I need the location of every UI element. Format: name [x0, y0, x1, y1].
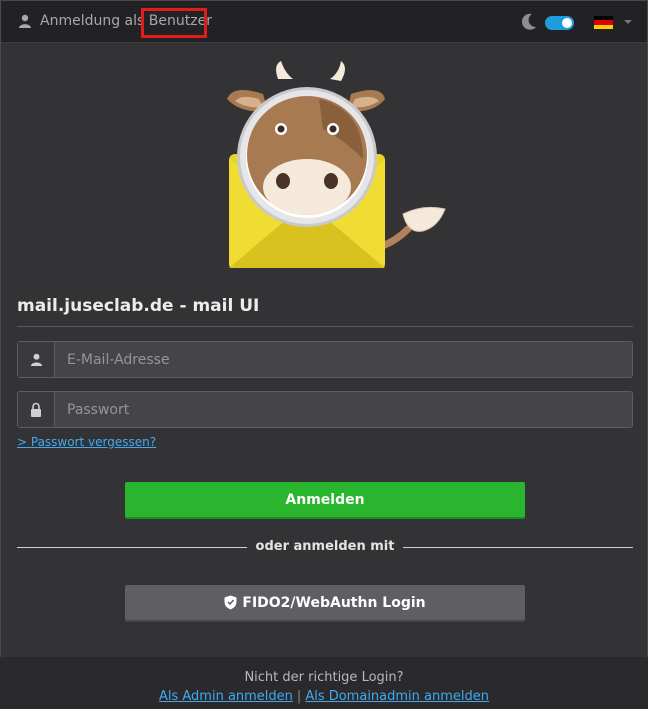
- forgot-password-link[interactable]: > Passwort vergessen?: [17, 435, 156, 449]
- footer-question: Nicht der richtige Login?: [244, 670, 404, 685]
- footer-links: Als Admin anmelden | Als Domainadmin anmel…: [0, 689, 648, 704]
- fido-login-button[interactable]: FIDO2/WebAuthn Login: [125, 585, 525, 620]
- password-input[interactable]: [55, 392, 632, 427]
- user-icon: [30, 353, 42, 366]
- language-dropdown-caret[interactable]: [624, 20, 632, 24]
- email-input-group: [17, 341, 633, 378]
- footer-separator: |: [296, 689, 302, 704]
- password-input-group: [17, 391, 633, 428]
- highlight-box: [141, 8, 207, 38]
- title-divider: [17, 326, 633, 327]
- top-bar: Anmeldung als Benutzer: [1, 1, 647, 43]
- shield-icon: [224, 595, 237, 610]
- lock-icon: [31, 402, 41, 417]
- email-addon: [18, 342, 55, 377]
- mailcow-logo: [227, 61, 446, 268]
- domainadmin-login-link[interactable]: Als Domainadmin anmelden: [305, 689, 489, 704]
- divider-line-left: [17, 547, 247, 548]
- email-input[interactable]: [55, 342, 632, 377]
- login-button[interactable]: Anmelden: [125, 482, 525, 517]
- language-flag-de[interactable]: [594, 16, 613, 29]
- alternative-login-label: oder anmelden mit: [255, 539, 395, 554]
- fido-login-label: FIDO2/WebAuthn Login: [242, 594, 426, 611]
- toggle-knob: [562, 18, 572, 28]
- page-title: mail.juseclab.de - mail UI: [17, 296, 260, 316]
- dark-mode-toggle[interactable]: [545, 16, 574, 30]
- password-addon: [18, 392, 55, 427]
- login-panel: Anmeldung als Benutzer mail.juseclab.de …: [0, 0, 648, 657]
- divider-line-right: [403, 547, 633, 548]
- moon-icon: [521, 13, 536, 30]
- user-icon: [19, 14, 31, 28]
- admin-login-link[interactable]: Als Admin anmelden: [159, 689, 293, 704]
